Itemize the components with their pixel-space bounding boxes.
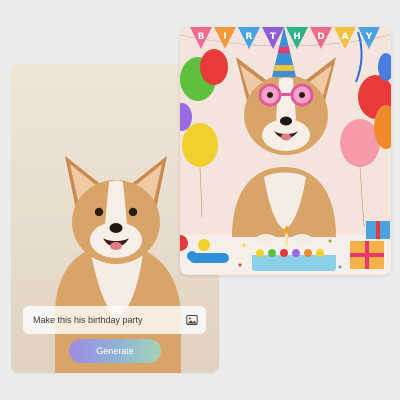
generate-button[interactable]: Generate — [69, 339, 161, 363]
birthday-party-image: B I R T H D A Y — [180, 27, 391, 275]
banner-letter: Y — [365, 32, 373, 42]
banner-letter: D — [317, 32, 324, 42]
prompt-input[interactable]: Make this his birthday party — [23, 306, 206, 334]
image-icon[interactable] — [186, 314, 198, 326]
banner-letter: H — [293, 32, 301, 42]
banner-letter: B — [198, 32, 205, 42]
banner-letter: A — [342, 32, 349, 42]
banner-letter: T — [270, 32, 277, 42]
canvas: { "prompt": { "text": "Make this his bir… — [0, 0, 400, 400]
banner-letter: R — [246, 32, 253, 42]
prompt-text: Make this his birthday party — [33, 315, 143, 325]
generated-image-card: B I R T H D A Y — [180, 27, 391, 275]
banner-letter: I — [223, 32, 226, 42]
